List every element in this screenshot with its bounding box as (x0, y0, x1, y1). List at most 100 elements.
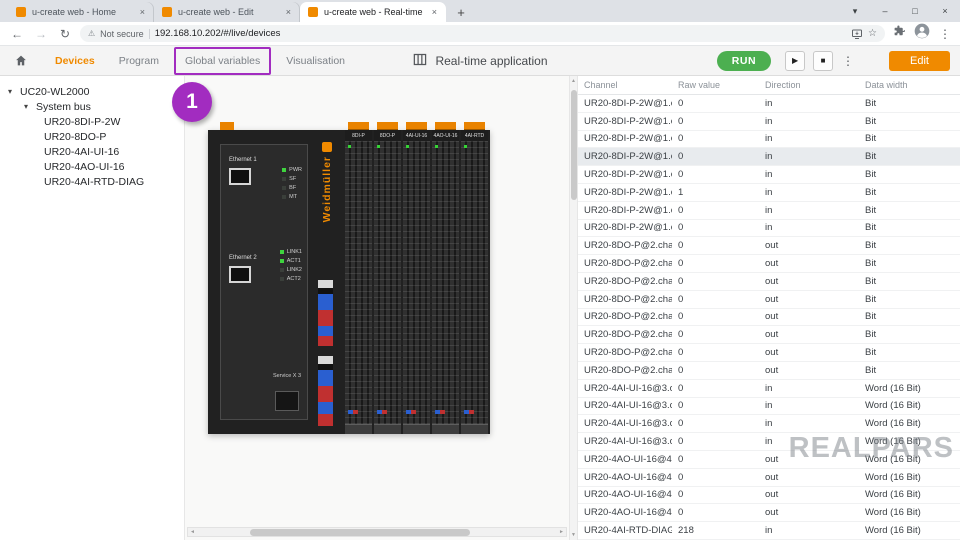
tab-close-icon[interactable]: × (285, 7, 292, 17)
scroll-down-icon[interactable]: ▼ (571, 532, 576, 538)
run-button[interactable]: RUN (716, 50, 772, 71)
nav-tab[interactable]: Visualisation (277, 49, 354, 73)
module-label: 8DI-P (345, 130, 372, 141)
nav-tab[interactable]: Devices (46, 49, 104, 73)
page-title: Real-time application (435, 53, 548, 68)
nav-tab-label: Global variables (184, 54, 261, 67)
cell-data-width: Bit (865, 347, 877, 359)
scrollbar-thumb[interactable] (571, 90, 577, 200)
reload-button[interactable]: ↻ (56, 25, 74, 43)
table-row[interactable]: UR20-8DI-P-2W@1.c... 0 in Bit (578, 113, 960, 131)
column-header[interactable]: Raw value (672, 80, 759, 90)
browser-tab-strip: u-create web - Home × u-create web - Edi… (0, 0, 960, 22)
cell-raw-value: 0 (678, 471, 684, 483)
module-body (403, 141, 430, 424)
edit-button[interactable]: Edit (889, 50, 950, 71)
table-row[interactable]: UR20-4AI-UI-16@3.c... 0 in Word (16 Bit) (578, 398, 960, 416)
table-row[interactable]: UR20-8DO-P@2.chan... 0 out Bit (578, 344, 960, 362)
browser-tab[interactable]: u-create web - Home × (8, 2, 154, 22)
table-row[interactable]: UR20-4AO-UI-16@4... 0 out Word (16 Bit) (578, 487, 960, 505)
io-module[interactable]: 4AI-UI-16 (403, 122, 430, 434)
tab-close-icon[interactable]: × (431, 7, 438, 17)
io-module[interactable]: 8DO-P (374, 122, 401, 434)
tree-label: UR20-4AI-UI-16 (44, 145, 120, 158)
vertical-scrollbar[interactable]: ▲ ▼ (569, 76, 578, 540)
device-canvas[interactable]: Ethernet 1 PWR SF BF MT Ethernet 2 LINK1… (185, 76, 569, 540)
caret-down-icon[interactable]: ▾ (8, 87, 16, 96)
column-header[interactable]: Channel (578, 80, 672, 90)
scroll-right-icon[interactable]: ► (559, 529, 564, 535)
tree-node-controller[interactable]: ▾ UC20-WL2000 (0, 84, 184, 99)
avatar[interactable] (914, 23, 930, 44)
table-header: Channel Raw value Direction Data width (578, 76, 960, 95)
table-row[interactable]: UR20-8DI-P-2W@1.c... 0 in Bit (578, 95, 960, 113)
table-row[interactable]: UR20-4AO-UI-16@4... 0 out Word (16 Bit) (578, 469, 960, 487)
table-row[interactable]: UR20-4AI-UI-16@3.c... 0 in Word (16 Bit) (578, 433, 960, 451)
browser-tab[interactable]: u-create web - Edit × (154, 2, 300, 22)
table-row[interactable]: UR20-8DI-P-2W@1.c... 0 in Bit (578, 202, 960, 220)
back-button[interactable]: ← (8, 25, 26, 43)
horizontal-scrollbar[interactable]: ◄ ► (187, 527, 567, 537)
scroll-left-icon[interactable]: ◄ (190, 529, 195, 535)
scroll-up-icon[interactable]: ▲ (571, 78, 576, 84)
table-row[interactable]: UR20-8DO-P@2.chan... 0 out Bit (578, 326, 960, 345)
table-row[interactable]: UR20-4AO-UI-16@4... 0 out Word (16 Bit) (578, 504, 960, 523)
device-body: Ethernet 1 PWR SF BF MT Ethernet 2 LINK1… (208, 122, 490, 434)
table-row[interactable]: UR20-4AI-RTD-DIAG... 218 in Word (16 Bit… (578, 522, 960, 540)
io-module[interactable]: 4AI-RTD (461, 122, 488, 434)
table-row[interactable]: UR20-8DO-P@2.chan... 0 out Bit (578, 309, 960, 327)
table-row[interactable]: UR20-8DI-P-2W@1.c... 0 in Bit (578, 148, 960, 167)
caret-down-icon[interactable]: ▾ (24, 102, 32, 111)
tree-node-module[interactable]: UR20-4AI-UI-16 (0, 144, 184, 159)
nav-tab-label: Program (118, 54, 159, 67)
tree-node-module[interactable]: UR20-4AO-UI-16 (0, 159, 184, 174)
table-row[interactable]: UR20-8DI-P-2W@1.c... 1 in Bit (578, 184, 960, 202)
favicon (308, 7, 318, 17)
nav-tab[interactable]: Program (110, 49, 168, 73)
stop-button[interactable]: ■ (813, 50, 834, 71)
tab-search-icon[interactable]: ▾ (840, 0, 870, 22)
column-header[interactable]: Data width (859, 80, 960, 90)
address-bar[interactable]: ⚠ Not secure 192.168.10.202/#/live/devic… (80, 25, 885, 42)
io-module[interactable]: 8DI-P (345, 122, 372, 434)
new-tab-button[interactable]: + (452, 3, 470, 21)
forward-button[interactable]: → (32, 25, 50, 43)
cell-channel: UR20-8DO-P@2.chan... (584, 293, 672, 305)
overflow-menu-icon[interactable]: ⋮ (841, 54, 855, 68)
tree-node-system-bus[interactable]: ▾ System bus (0, 99, 184, 114)
bookmark-star-icon[interactable]: ☆ (868, 28, 877, 39)
table-row[interactable]: UR20-8DO-P@2.chan... 0 out Bit (578, 291, 960, 309)
table-row[interactable]: UR20-8DO-P@2.chan... 0 out Bit (578, 255, 960, 273)
table-row[interactable]: UR20-8DO-P@2.chan... 0 out Bit (578, 273, 960, 291)
browser-menu-icon[interactable]: ⋮ (938, 27, 952, 41)
table-row[interactable]: UR20-8DI-P-2W@1.c... 0 in Bit (578, 166, 960, 184)
table-row[interactable]: UR20-8DO-P@2.chan... 0 out Bit (578, 237, 960, 256)
minimize-button[interactable]: – (870, 0, 900, 22)
device-image[interactable]: Ethernet 1 PWR SF BF MT Ethernet 2 LINK1… (208, 122, 490, 434)
cell-data-width: Bit (865, 222, 877, 234)
table-row[interactable]: UR20-4AI-UI-16@3.c... 0 in Word (16 Bit) (578, 380, 960, 398)
nav-tab[interactable]: Global variables (173, 46, 272, 75)
tree-node-module[interactable]: UR20-4AI-RTD-DIAG (0, 174, 184, 189)
table-row[interactable]: UR20-4AO-UI-16@4... 0 out Word (16 Bit) (578, 451, 960, 469)
install-app-icon[interactable] (851, 28, 863, 40)
tree-label: UR20-4AO-UI-16 (44, 160, 125, 173)
close-window-button[interactable]: × (930, 0, 960, 22)
browser-tab[interactable]: u-create web - Real-time applica × (300, 2, 446, 22)
table-row[interactable]: UR20-4AI-UI-16@3.c... 0 in Word (16 Bit) (578, 415, 960, 434)
table-row[interactable]: UR20-8DI-P-2W@1.c... 0 in Bit (578, 220, 960, 238)
table-row[interactable]: UR20-8DI-P-2W@1.c... 0 in Bit (578, 131, 960, 149)
tab-close-icon[interactable]: × (139, 7, 146, 17)
extensions-icon[interactable] (893, 25, 906, 43)
plc-controller[interactable]: Ethernet 1 PWR SF BF MT Ethernet 2 LINK1… (208, 122, 345, 434)
maximize-button[interactable]: □ (900, 0, 930, 22)
cell-direction: out (765, 489, 779, 501)
play-button[interactable]: ▶ (785, 50, 806, 71)
tree-node-module[interactable]: UR20-8DI-P-2W (0, 114, 184, 129)
io-module[interactable]: 4AO-UI-16 (432, 122, 459, 434)
column-header[interactable]: Direction (759, 80, 859, 90)
tree-node-module[interactable]: UR20-8DO-P (0, 129, 184, 144)
home-button[interactable] (10, 50, 32, 72)
table-row[interactable]: UR20-8DO-P@2.chan... 0 out Bit (578, 362, 960, 380)
scrollbar-thumb[interactable] (250, 529, 470, 536)
